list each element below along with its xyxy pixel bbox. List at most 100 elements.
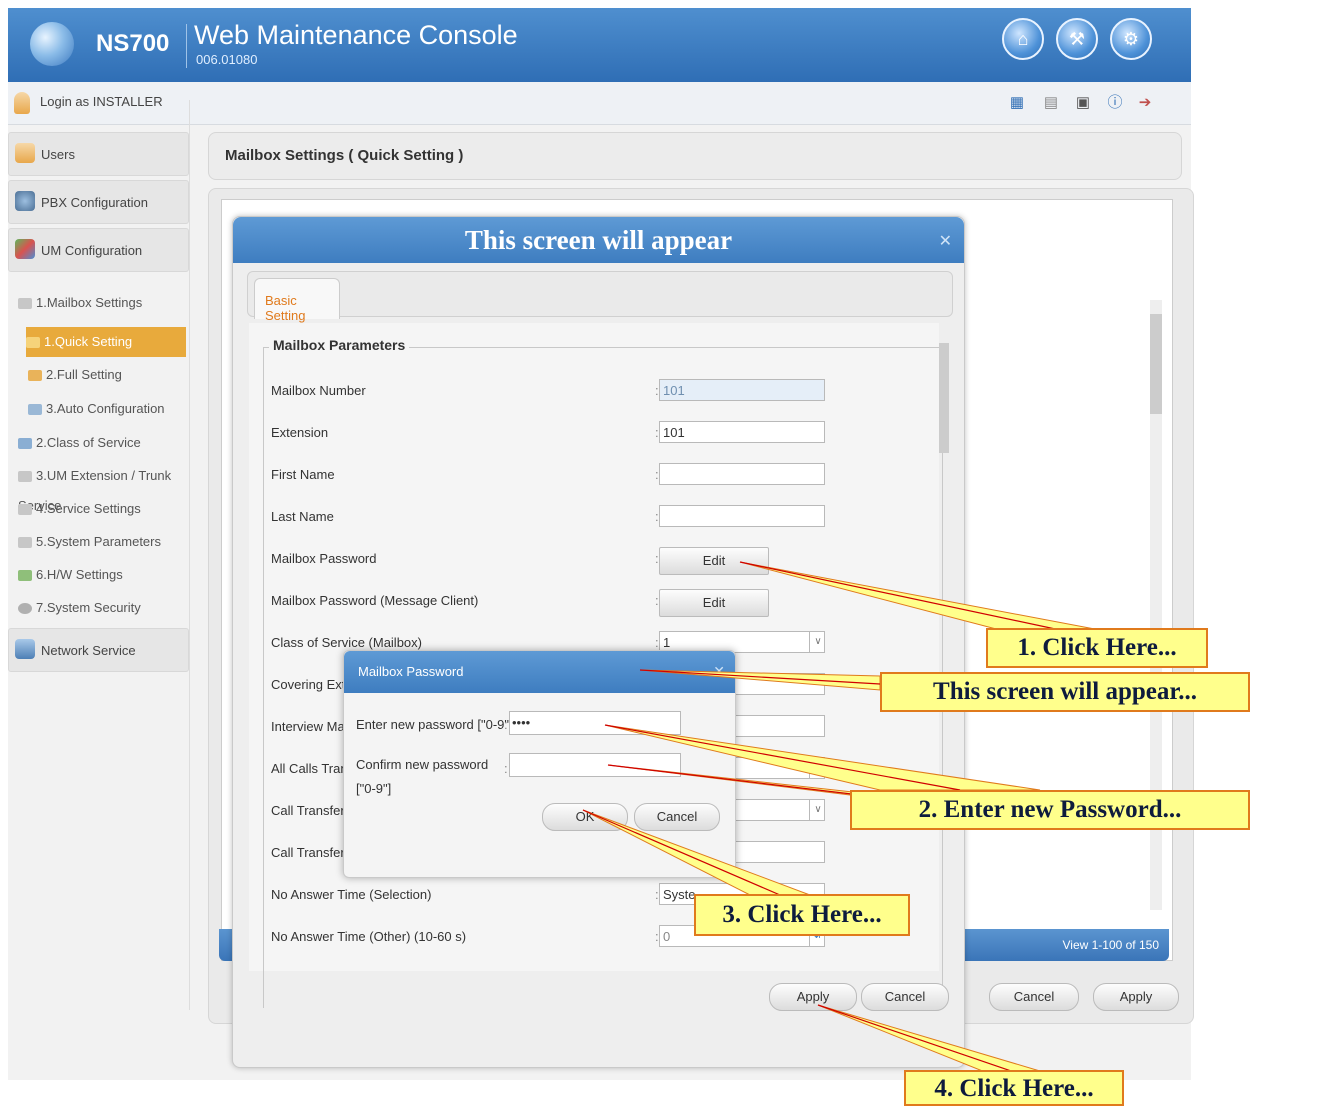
dialog-title-bar: Mailbox Password ✕ xyxy=(344,651,735,693)
ok-button[interactable]: OK xyxy=(542,803,628,831)
tab-bar: Basic Setting xyxy=(247,271,953,323)
tree-system-security[interactable]: 7.System Security xyxy=(18,593,141,623)
field-label: Extension xyxy=(271,425,329,440)
sidebar-item-label: Network Service xyxy=(41,643,136,658)
first-name-field[interactable] xyxy=(659,463,825,485)
tree-quick-setting[interactable]: 1.Quick Setting xyxy=(26,327,186,357)
tree-label: 1.Mailbox Settings xyxy=(36,295,143,310)
callout-step2: 2. Enter new Password... xyxy=(850,790,1250,830)
save-icon[interactable]: ▣ xyxy=(1072,92,1094,114)
mailbox-password-dialog: Mailbox Password ✕ Enter new password ["… xyxy=(343,650,736,878)
home-icon[interactable]: ⌂ xyxy=(1002,18,1044,60)
cancel-button[interactable]: Cancel xyxy=(634,803,720,831)
tree-hw-settings[interactable]: 6.H/W Settings xyxy=(18,560,123,590)
field-label: Covering Exte xyxy=(271,677,353,692)
user-icon xyxy=(14,92,30,114)
mailbox-settings-dialog: This screen will appear ✕ Basic Setting … xyxy=(232,216,965,1068)
info-icon[interactable]: ⓘ xyxy=(1104,92,1126,114)
login-bar: Login as INSTALLER ▦ ▤ ▣ ⓘ ➔ xyxy=(8,82,1191,125)
sidebar-item-label: PBX Configuration xyxy=(41,195,148,210)
tree-auto-configuration[interactable]: 3.Auto Configuration xyxy=(28,394,165,424)
callout-step3: 3. Click Here... xyxy=(694,894,910,936)
tree-label: 7.System Security xyxy=(36,600,141,615)
um-icon xyxy=(15,239,35,259)
tree-class-of-service[interactable]: 2.Class of Service xyxy=(18,428,141,458)
extension-field[interactable]: 101 xyxy=(659,421,825,443)
callout-screen-appear: This screen will appear... xyxy=(880,672,1250,712)
mailbox-number-field: 101 xyxy=(659,379,825,401)
auto-config-icon xyxy=(28,404,42,416)
folder-icon xyxy=(18,471,32,483)
chevron-down-icon[interactable]: ∨ xyxy=(809,799,826,821)
page-title: Mailbox Settings ( Quick Setting ) xyxy=(225,147,464,164)
tree-label: 4.Service Settings xyxy=(36,501,141,516)
header-bar: NS700 Web Maintenance Console 006.01080 … xyxy=(8,8,1191,82)
product-name: NS700 xyxy=(96,30,170,57)
mailbox-password-edit-button[interactable]: Edit xyxy=(659,547,769,575)
fieldset-legend: Mailbox Parameters xyxy=(269,337,410,353)
new-password-input[interactable]: •••• xyxy=(509,711,681,735)
sidebar-item-pbx[interactable]: PBX Configuration xyxy=(8,180,189,224)
tree-mailbox-settings[interactable]: 1.Mailbox Settings xyxy=(18,288,142,318)
full-setting-icon xyxy=(28,370,42,382)
dialog-apply-button[interactable]: Apply xyxy=(769,983,857,1011)
confirm-password-input[interactable] xyxy=(509,753,681,777)
dialog-title: This screen will appear xyxy=(464,225,733,255)
sidebar-scrollbar[interactable] xyxy=(189,100,200,1010)
folder-icon xyxy=(18,537,32,549)
sidebar: Users PBX Configuration UM Configuration… xyxy=(8,126,189,1016)
message-client-password-edit-button[interactable]: Edit xyxy=(659,589,769,617)
field-label: No Answer Time (Other) (10-60 s) xyxy=(271,929,467,944)
console-title: Web Maintenance Console xyxy=(194,20,518,50)
confirm-password-label: Confirm new password xyxy=(356,757,489,772)
tree-label: 3.Auto Configuration xyxy=(46,401,165,416)
console-version: 006.01080 xyxy=(196,52,258,67)
tree-um-extension[interactable]: 3.UM Extension / Trunk Service xyxy=(18,461,188,513)
logout-icon[interactable]: ➔ xyxy=(1134,92,1156,114)
chevron-down-icon[interactable]: ∨ xyxy=(809,631,826,653)
chevron-down-icon[interactable]: ∨ xyxy=(809,757,826,779)
cancel-button[interactable]: Cancel xyxy=(989,983,1079,1011)
class-service-icon xyxy=(18,438,32,450)
folder-icon xyxy=(18,504,32,516)
tree-service-settings[interactable]: 4.Service Settings xyxy=(18,494,141,524)
field-label: Mailbox Password xyxy=(271,551,377,566)
dialog-title: Mailbox Password xyxy=(358,664,464,679)
login-text: Login as INSTALLER xyxy=(40,94,163,109)
network-service-icon xyxy=(15,639,35,659)
network-icon[interactable]: ▤ xyxy=(1040,92,1062,114)
callout-step4: 4. Click Here... xyxy=(904,1070,1124,1106)
wrench-icon[interactable]: ⚒ xyxy=(1056,18,1098,60)
header-divider xyxy=(186,24,187,68)
tree-label: 5.System Parameters xyxy=(36,534,161,549)
gear-icon[interactable]: ⚙ xyxy=(1110,18,1152,60)
sidebar-item-label: UM Configuration xyxy=(41,243,143,258)
scroll-thumb[interactable] xyxy=(1150,314,1162,414)
close-icon[interactable]: ✕ xyxy=(939,231,952,251)
tree-system-parameters[interactable]: 5.System Parameters xyxy=(18,527,161,557)
scroll-thumb[interactable] xyxy=(939,343,949,453)
calendar-icon[interactable]: ▦ xyxy=(1006,92,1028,114)
sidebar-item-um[interactable]: UM Configuration xyxy=(8,228,189,272)
tree-label: 1.Quick Setting xyxy=(44,334,133,349)
view-range: View 1-100 of 150 xyxy=(1062,938,1159,952)
last-name-field[interactable] xyxy=(659,505,825,527)
confirm-password-label-range: ["0-9"] xyxy=(356,781,392,796)
quick-setting-icon xyxy=(26,337,40,349)
tab-basic-setting[interactable]: Basic Setting xyxy=(254,278,340,323)
apply-button[interactable]: Apply xyxy=(1093,983,1179,1011)
sidebar-item-users[interactable]: Users xyxy=(8,132,189,176)
dialog-cancel-button[interactable]: Cancel xyxy=(861,983,949,1011)
field-label: All Calls Trans xyxy=(271,761,355,776)
form-scrollbar[interactable] xyxy=(935,323,951,971)
tree-full-setting[interactable]: 2.Full Setting xyxy=(28,360,122,390)
close-icon[interactable]: ✕ xyxy=(713,663,725,680)
dialog-title-bar: This screen will appear ✕ xyxy=(233,217,964,263)
sidebar-item-network-service[interactable]: Network Service xyxy=(8,628,189,672)
field-label: Class of Service (Mailbox) xyxy=(271,635,422,650)
tree-label: 6.H/W Settings xyxy=(36,567,123,582)
field-label: Interview Mail xyxy=(271,719,351,734)
tab-label: Basic Setting xyxy=(265,293,306,323)
hw-icon xyxy=(18,570,32,582)
field-label: Mailbox Password (Message Client) xyxy=(271,593,479,608)
